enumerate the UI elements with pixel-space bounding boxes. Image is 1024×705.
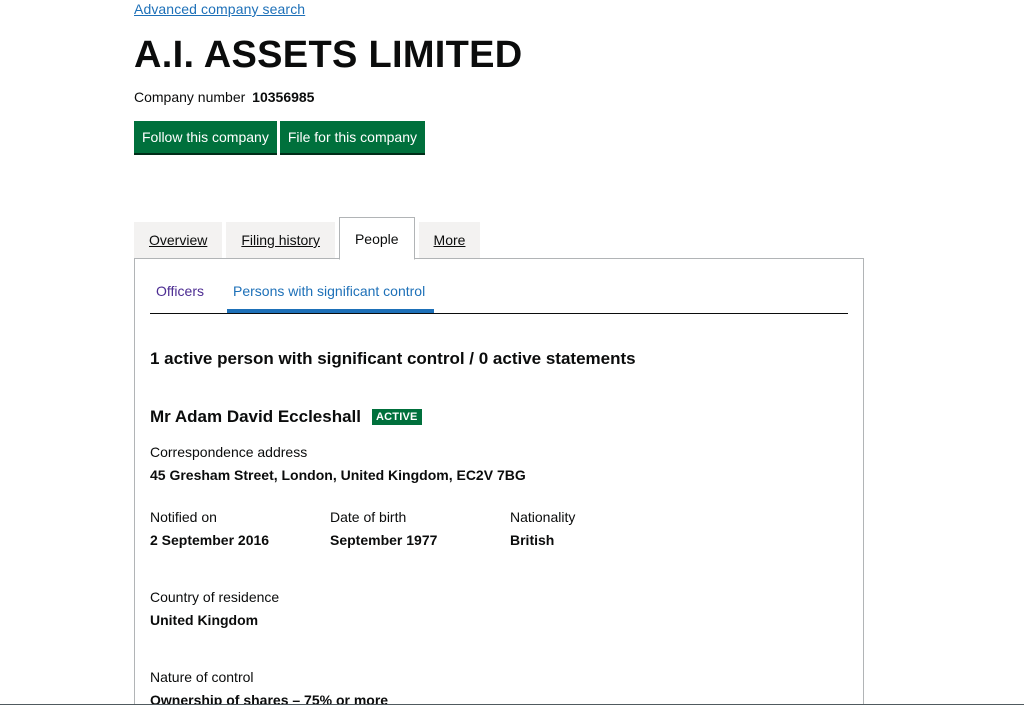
- file-for-company-button[interactable]: File for this company: [279, 121, 425, 153]
- nature-of-control-value: Ownership of shares – 75% or more: [150, 692, 389, 705]
- page: Advanced company search A.I. ASSETS LIMI…: [0, 0, 1024, 705]
- nationality-field: Nationality British: [510, 509, 575, 548]
- tab-more[interactable]: More: [418, 222, 481, 259]
- company-number-value: 10356985: [252, 89, 315, 105]
- company-tabs: Overview Filing history People More: [134, 216, 484, 260]
- company-name: A.I. ASSETS LIMITED: [134, 34, 523, 76]
- correspondence-address-value: 45 Gresham Street, London, United Kingdo…: [150, 467, 526, 483]
- notified-on-field: Notified on 2 September 2016: [150, 509, 269, 548]
- tab-filing-history[interactable]: Filing history: [226, 222, 335, 259]
- nature-of-control-label: Nature of control: [150, 669, 254, 685]
- psc-summary-heading: 1 active person with significant control…: [150, 349, 636, 368]
- notified-on-label: Notified on: [150, 509, 217, 525]
- status-badge: ACTIVE: [372, 409, 422, 425]
- people-panel: Officers Persons with significant contro…: [134, 258, 864, 705]
- country-of-residence-value: United Kingdom: [150, 612, 259, 628]
- tab-people[interactable]: People: [338, 217, 415, 260]
- country-of-residence-label: Country of residence: [150, 589, 280, 605]
- country-of-residence-field: Country of residence United Kingdom: [150, 589, 279, 628]
- nationality-label: Nationality: [510, 509, 576, 525]
- date-of-birth-value: September 1977: [330, 532, 438, 548]
- correspondence-address-field: Correspondence address 45 Gresham Street…: [150, 444, 526, 483]
- follow-company-button[interactable]: Follow this company: [134, 121, 277, 153]
- people-subtabs: Officers Persons with significant contro…: [150, 259, 848, 314]
- subtab-officers[interactable]: Officers: [156, 283, 204, 299]
- company-number-row: Company number 10356985: [134, 89, 314, 105]
- correspondence-address-label: Correspondence address: [150, 444, 308, 460]
- active-subtab-indicator: [227, 309, 434, 313]
- person-name: Mr Adam David Eccleshall: [150, 407, 362, 426]
- notified-on-value: 2 September 2016: [150, 532, 270, 548]
- subtab-persons-with-significant-control[interactable]: Persons with significant control: [233, 283, 425, 299]
- nature-of-control-field: Nature of control Ownership of shares – …: [150, 669, 389, 705]
- company-number-label: Company number: [134, 89, 246, 105]
- nationality-value: British: [510, 532, 555, 548]
- date-of-birth-field: Date of birth September 1977: [330, 509, 437, 548]
- advanced-company-search-link[interactable]: Advanced company search: [134, 1, 305, 17]
- company-actions: Follow this company File for this compan…: [134, 121, 425, 153]
- person-heading: Mr Adam David Eccleshall ACTIVE: [150, 407, 422, 427]
- tab-overview[interactable]: Overview: [134, 222, 223, 259]
- date-of-birth-label: Date of birth: [330, 509, 407, 525]
